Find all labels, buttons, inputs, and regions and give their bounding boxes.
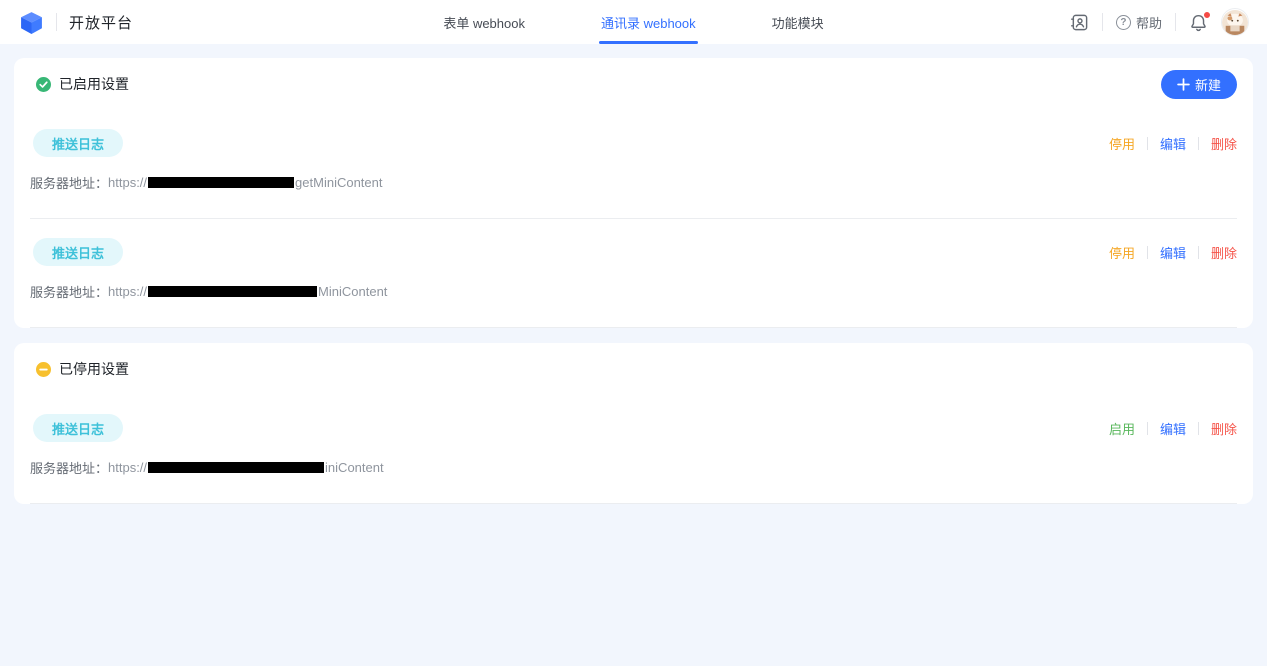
question-mark-icon: ? <box>1116 15 1131 30</box>
server-address-line: 服务器地址： https:// iniContent <box>30 458 1237 477</box>
row-actions: 停用 编辑 删除 <box>1109 134 1237 153</box>
server-url-prefix: https:// <box>108 284 147 299</box>
plus-icon <box>1177 78 1190 91</box>
tab-form-webhook[interactable]: 表单 webhook <box>443 0 525 44</box>
delete-action[interactable]: 删除 <box>1211 243 1237 262</box>
push-log-button[interactable]: 推送日志 <box>33 414 123 442</box>
server-address-line: 服务器地址： https:// getMiniContent <box>30 173 1237 192</box>
webhook-row: 推送日志 启用 编辑 删除 服务器地址： https:// iniContent <box>30 395 1237 504</box>
help-button[interactable]: ? 帮助 <box>1116 13 1162 32</box>
server-url-suffix: getMiniContent <box>295 175 382 190</box>
push-log-button[interactable]: 推送日志 <box>33 129 123 157</box>
webhook-row: 推送日志 停用 编辑 删除 服务器地址： https:// getMiniCon… <box>30 110 1237 219</box>
delete-action[interactable]: 删除 <box>1211 134 1237 153</box>
notification-dot <box>1203 11 1211 19</box>
action-divider <box>1198 422 1199 435</box>
nav-divider <box>1102 13 1103 31</box>
nav-divider <box>56 13 57 31</box>
disabled-card-header: 已停用设置 <box>30 343 1237 395</box>
redaction-bar <box>148 177 294 188</box>
action-divider <box>1147 137 1148 150</box>
webhook-row: 推送日志 停用 编辑 删除 服务器地址： https:// MiniConten… <box>30 219 1237 328</box>
server-address-label: 服务器地址： <box>30 173 108 192</box>
notification-bell-icon[interactable] <box>1189 13 1208 32</box>
action-divider <box>1198 137 1199 150</box>
server-url-suffix: MiniContent <box>318 284 387 299</box>
server-address-label: 服务器地址： <box>30 458 108 477</box>
redaction-bar <box>148 286 317 297</box>
nav-left: 开放平台 <box>18 9 133 35</box>
tab-feature-modules[interactable]: 功能模块 <box>772 0 824 44</box>
enabled-card-title: 已启用设置 <box>59 74 129 94</box>
server-url-suffix: iniContent <box>325 460 384 475</box>
row-actions: 停用 编辑 删除 <box>1109 243 1237 262</box>
edit-action[interactable]: 编辑 <box>1160 134 1186 153</box>
contact-book-icon[interactable] <box>1070 13 1089 32</box>
main-content: 已启用设置 新建 推送日志 停用 编辑 删除 <box>0 44 1267 518</box>
nav-right: ? 帮助 <box>1070 8 1249 36</box>
redaction-bar <box>148 462 324 473</box>
enabled-settings-card: 已启用设置 新建 推送日志 停用 编辑 删除 <box>14 58 1253 328</box>
edit-action[interactable]: 编辑 <box>1160 243 1186 262</box>
app-logo-icon[interactable] <box>18 9 44 35</box>
top-navbar: 开放平台 表单 webhook 通讯录 webhook 功能模块 ? 帮助 <box>0 0 1267 44</box>
server-address-line: 服务器地址： https:// MiniContent <box>30 282 1237 301</box>
new-button[interactable]: 新建 <box>1161 70 1237 99</box>
nav-divider <box>1175 13 1176 31</box>
help-label: 帮助 <box>1136 13 1162 32</box>
disabled-minus-icon <box>36 362 51 377</box>
server-address-label: 服务器地址： <box>30 282 108 301</box>
delete-action[interactable]: 删除 <box>1211 419 1237 438</box>
enabled-card-header: 已启用设置 新建 <box>30 58 1237 110</box>
action-divider <box>1147 246 1148 259</box>
app-title: 开放平台 <box>69 12 133 33</box>
row-actions: 启用 编辑 删除 <box>1109 419 1237 438</box>
enabled-check-icon <box>36 77 51 92</box>
disabled-card-title: 已停用设置 <box>59 359 129 379</box>
disable-action[interactable]: 停用 <box>1109 243 1135 262</box>
disable-action[interactable]: 停用 <box>1109 134 1135 153</box>
push-log-button[interactable]: 推送日志 <box>33 238 123 266</box>
new-button-label: 新建 <box>1195 75 1221 94</box>
action-divider <box>1147 422 1148 435</box>
server-url-prefix: https:// <box>108 175 147 190</box>
tab-contacts-webhook[interactable]: 通讯录 webhook <box>601 0 696 44</box>
action-divider <box>1198 246 1199 259</box>
edit-action[interactable]: 编辑 <box>1160 419 1186 438</box>
disabled-settings-card: 已停用设置 推送日志 启用 编辑 删除 服务器地址： https:// iniC… <box>14 343 1253 504</box>
enable-action[interactable]: 启用 <box>1109 419 1135 438</box>
server-url-prefix: https:// <box>108 460 147 475</box>
user-avatar[interactable] <box>1221 8 1249 36</box>
